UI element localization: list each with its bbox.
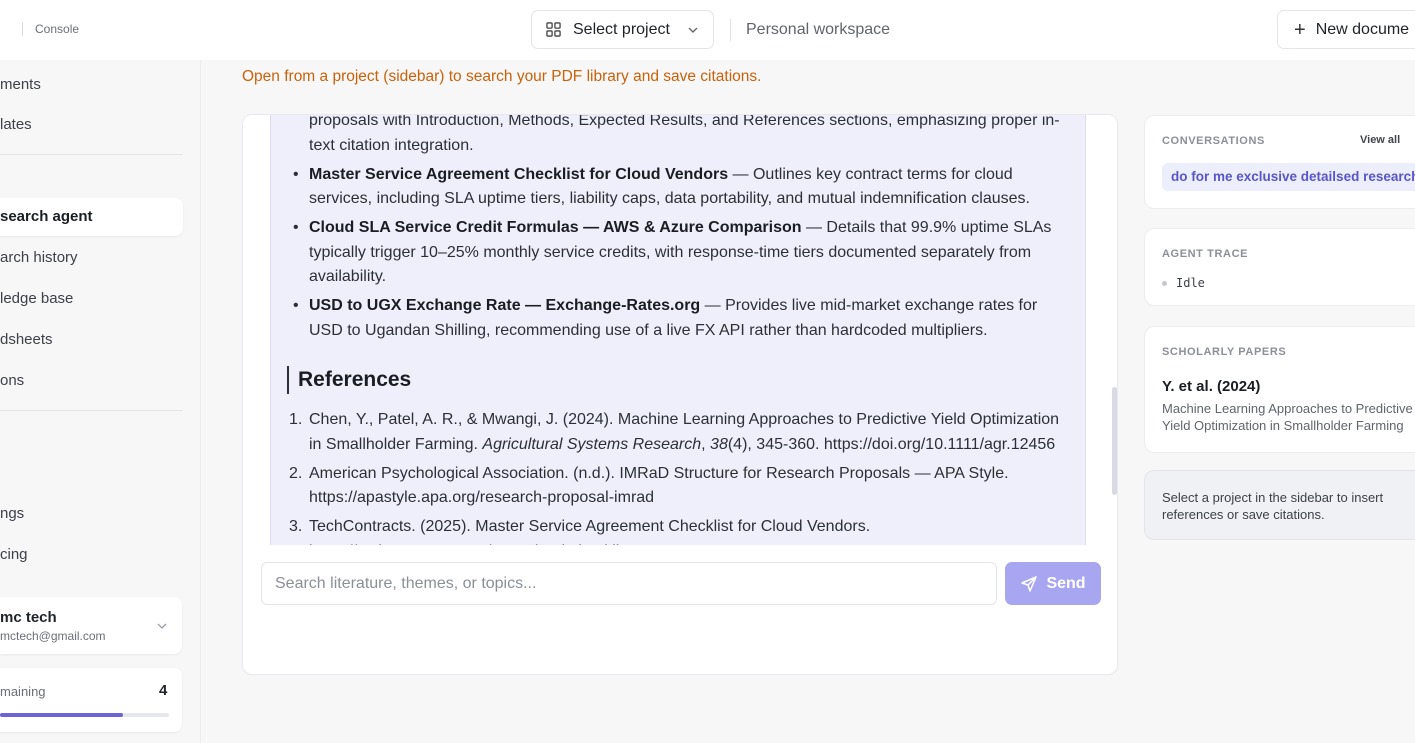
reference-text-end: (4), 345-360. https://doi.org/10.1111/ag… (727, 435, 1056, 453)
agent-status-text: Idle (1176, 276, 1205, 290)
send-icon (1021, 575, 1038, 592)
message-scrollbar[interactable] (1112, 387, 1117, 495)
hint-card: Select a project in the sidebar to inser… (1144, 470, 1415, 540)
send-button[interactable]: Send (1005, 562, 1101, 605)
agent-trace-label: AGENT TRACE (1162, 248, 1249, 260)
agent-trace-card: AGENT TRACE Idle (1144, 228, 1415, 306)
workspace-label[interactable]: Personal workspace (746, 21, 890, 39)
reference-number: 3. (289, 518, 303, 535)
new-document-label: New docume (1315, 20, 1410, 38)
conversations-label: CONVERSATIONS (1162, 135, 1265, 147)
paper-title[interactable]: Y. et al. (2024) (1162, 378, 1260, 395)
credits-progress-fill (0, 713, 124, 717)
credits-progress-track (0, 713, 169, 717)
references-heading: References (287, 366, 1069, 394)
credits-count: 4 (159, 682, 168, 699)
conversation-item[interactable]: do for me exclusive detailsed research (1162, 163, 1415, 191)
list-item: Cloud SLA Service Credit Formulas — AWS … (293, 216, 1069, 290)
plus-icon: + (1294, 18, 1306, 41)
user-card[interactable]: mc tech mctech@gmail.com (0, 597, 182, 654)
list-item-title: Master Service Agreement Checklist for C… (309, 165, 729, 183)
sidebar-item-pricing[interactable]: cing (0, 546, 28, 563)
top-bar: Console Select project Personal workspac… (0, 0, 1415, 60)
agent-trace-status: Idle (1162, 276, 1205, 290)
reference-number: 1. (289, 411, 303, 428)
reference-text: American Psychological Association. (n.d… (309, 464, 1009, 507)
project-notice: Open from a project (sidebar) to search … (242, 68, 762, 85)
scholarly-papers-card: SCHOLARLY PAPERS Y. et al. (2024) Machin… (1144, 326, 1415, 453)
assistant-message: proposals with Introduction, Methods, Ex… (270, 115, 1086, 545)
chat-panel: proposals with Introduction, Methods, Ex… (242, 114, 1118, 675)
reference-sep: , (701, 435, 711, 453)
reference-item: 3. TechContracts. (2025). Master Service … (289, 515, 1069, 545)
view-all-link[interactable]: View all (1360, 134, 1400, 146)
list-item-title: USD to UGX Exchange Rate — Exchange-Rate… (309, 297, 701, 314)
sidebar-item-settings[interactable]: ngs (0, 505, 24, 522)
user-email: mctech@gmail.com (0, 629, 106, 643)
credits-card: maining 4 (0, 668, 182, 732)
new-document-button[interactable]: + New docume (1277, 10, 1415, 49)
sidebar-item-research-agent[interactable]: search agent (0, 208, 93, 225)
credits-remaining-label: maining (0, 684, 46, 699)
message-content: proposals with Introduction, Methods, Ex… (287, 115, 1069, 545)
status-dot-icon (1162, 281, 1167, 286)
summary-list: Master Service Agreement Checklist for C… (293, 163, 1069, 344)
reference-item: 1. Chen, Y., Patel, A. R., & Mwangi, J. (… (289, 408, 1069, 457)
grid-icon (546, 22, 561, 37)
references-list: 1. Chen, Y., Patel, A. R., & Mwangi, J. (… (289, 408, 1069, 545)
reference-volume: 38 (710, 435, 728, 453)
sidebar-item-spreadsheets[interactable]: dsheets (0, 331, 53, 348)
sidebar-item-templates[interactable]: lates (0, 116, 32, 133)
sidebar-divider (0, 410, 183, 411)
chevron-down-icon (688, 27, 698, 33)
chevron-down-icon (157, 623, 167, 629)
sidebar-item-knowledge-base[interactable]: ledge base (0, 290, 73, 307)
reference-item: 2. American Psychological Association. (n… (289, 462, 1069, 511)
console-label[interactable]: Console (22, 22, 79, 36)
reference-text: TechContracts. (2025). Master Service Ag… (309, 518, 871, 545)
conversations-card: CONVERSATIONS View all do for me exclusi… (1144, 115, 1415, 209)
reference-number: 2. (289, 464, 303, 482)
hint-text: Select a project in the sidebar to inser… (1162, 490, 1384, 522)
list-item-title: Cloud SLA Service Credit Formulas — AWS … (309, 219, 802, 236)
project-select-dropdown[interactable]: Select project (531, 10, 714, 49)
topbar-divider (730, 19, 731, 41)
sidebar-item-search-history[interactable]: arch history (0, 249, 78, 266)
sidebar-item-documents[interactable]: ments (0, 76, 41, 93)
scholarly-papers-label: SCHOLARLY PAPERS (1162, 346, 1287, 358)
reference-journal: Agricultural Systems Research (482, 435, 702, 453)
sidebar: ments lates search agent arch history le… (0, 60, 201, 743)
list-item: Master Service Agreement Checklist for C… (293, 163, 1069, 212)
search-input-wrapper (261, 562, 997, 605)
send-label: Send (1046, 574, 1086, 592)
project-select-label: Select project (573, 20, 670, 38)
list-item: USD to UGX Exchange Rate — Exchange-Rate… (293, 294, 1069, 343)
paper-subtitle: Machine Learning Approaches to Predictiv… (1162, 401, 1413, 433)
sidebar-item-citations[interactable]: ons (0, 372, 24, 389)
search-input[interactable] (262, 563, 996, 604)
user-name: mc tech (0, 609, 57, 626)
message-intro-text: proposals with Introduction, Methods, Ex… (309, 115, 1060, 154)
sidebar-divider (0, 154, 183, 155)
